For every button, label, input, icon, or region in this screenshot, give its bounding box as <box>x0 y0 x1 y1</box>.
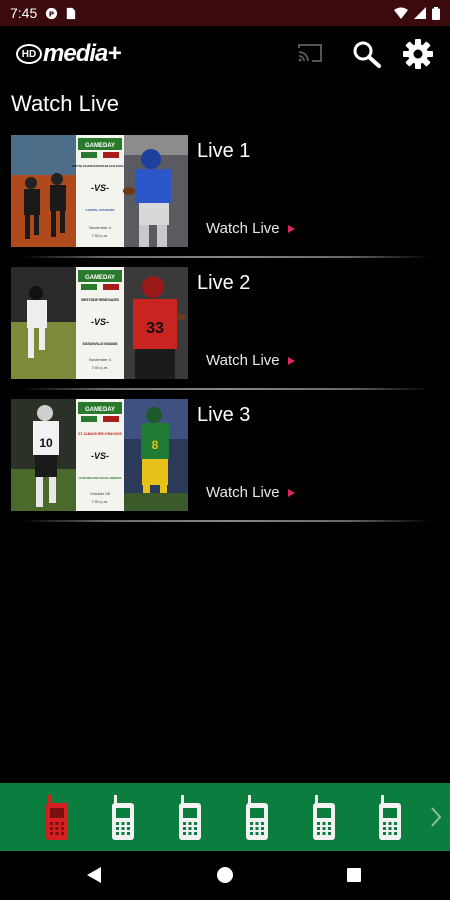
svg-text:8: 8 <box>152 438 159 452</box>
poster-team2: HUNTINGTON HIGHLANDERS <box>79 476 122 480</box>
poster-vs: -VS- <box>91 183 109 193</box>
poster-team2: SISSONVILLE INDIANS <box>82 342 117 346</box>
status-bar: 7:45 P <box>0 0 450 26</box>
phone-icon[interactable] <box>44 795 70 841</box>
poster-brand: GAMEDAY <box>85 143 115 149</box>
divider <box>21 520 431 522</box>
hd-media-logo: HD media+ <box>16 40 121 68</box>
poster-vs: -VS- <box>91 317 109 327</box>
watch-live-button[interactable]: Watch Live <box>206 484 295 501</box>
search-icon[interactable] <box>351 39 383 69</box>
watch-live-label: Watch Live <box>206 352 280 369</box>
poster-team2: CAPITAL COUGARS <box>86 208 115 212</box>
svg-text:10: 10 <box>39 436 53 450</box>
poster-team1: SOUTH CHARLESTON BLACK EAGLES <box>72 164 129 168</box>
poster-date: November 4 <box>89 225 112 230</box>
game-thumbnail[interactable]: GAMEDAY WESTSIDE RENEGADES -VS- SISSONVI… <box>11 267 188 379</box>
cast-icon[interactable] <box>297 42 323 64</box>
app-bar: HD media+ <box>0 26 450 82</box>
system-nav-bar <box>0 851 450 900</box>
phone-icon[interactable] <box>244 795 270 841</box>
live-title: Live 3 <box>197 404 251 426</box>
watch-live-label: Watch Live <box>206 484 280 501</box>
play-icon <box>287 488 295 497</box>
divider <box>21 388 431 390</box>
poster-time: 7:00 p.m. <box>92 365 109 370</box>
wifi-icon <box>394 7 408 19</box>
logo-text: media+ <box>43 40 121 67</box>
live-title: Live 1 <box>197 140 251 162</box>
phone-icon[interactable] <box>177 795 203 841</box>
poster-time: 7:00 p.m. <box>92 499 109 504</box>
game-thumbnail[interactable]: GAMEDAY SOUTH CHARLESTON BLACK EAGLES -V… <box>11 135 188 247</box>
phone-icon[interactable] <box>311 795 337 841</box>
battery-icon <box>432 6 440 20</box>
back-icon[interactable] <box>86 866 102 884</box>
svg-text:P: P <box>49 9 55 18</box>
logo-badge: HD <box>16 44 42 64</box>
live-item[interactable]: GAMEDAY SOUTH CHARLESTON BLACK EAGLES -V… <box>11 135 431 267</box>
watch-live-label: Watch Live <box>206 220 280 237</box>
poster-team1: WESTSIDE RENEGADES <box>81 298 119 302</box>
recent-apps-icon[interactable] <box>347 868 361 882</box>
divider <box>21 256 431 258</box>
live-item[interactable]: 10 GAMEDAY ST. ALBANS RED DRAGONS -VS- H… <box>11 399 431 531</box>
gear-icon[interactable] <box>402 38 434 70</box>
poster-time: 7:00 p.m. <box>92 233 109 238</box>
phone-icon[interactable] <box>377 795 403 841</box>
bottom-tab-strip <box>0 783 450 851</box>
poster-date: November 4 <box>89 357 112 362</box>
poster-brand: GAMEDAY <box>85 275 115 281</box>
watch-live-button[interactable]: Watch Live <box>206 352 295 369</box>
poster-team1: ST. ALBANS RED DRAGONS <box>78 432 121 436</box>
watch-live-button[interactable]: Watch Live <box>206 220 295 237</box>
signal-icon <box>414 7 426 19</box>
sd-card-icon <box>67 7 76 19</box>
svg-text:33: 33 <box>146 320 164 337</box>
phone-icon[interactable] <box>110 795 136 841</box>
live-item[interactable]: GAMEDAY WESTSIDE RENEGADES -VS- SISSONVI… <box>11 267 431 399</box>
poster-date: October 28 <box>90 491 111 496</box>
home-icon[interactable] <box>217 867 233 883</box>
play-icon <box>287 224 295 233</box>
poster-vs: -VS- <box>91 451 109 461</box>
poster-brand: GAMEDAY <box>85 407 115 413</box>
live-title: Live 2 <box>197 272 251 294</box>
chevron-right-icon[interactable] <box>429 805 443 829</box>
status-icons <box>394 6 440 20</box>
game-thumbnail[interactable]: 10 GAMEDAY ST. ALBANS RED DRAGONS -VS- H… <box>11 399 188 511</box>
notification-icon: P <box>46 7 58 19</box>
play-icon <box>287 356 295 365</box>
page-title: Watch Live <box>11 91 120 116</box>
status-time: 7:45 <box>10 5 38 21</box>
